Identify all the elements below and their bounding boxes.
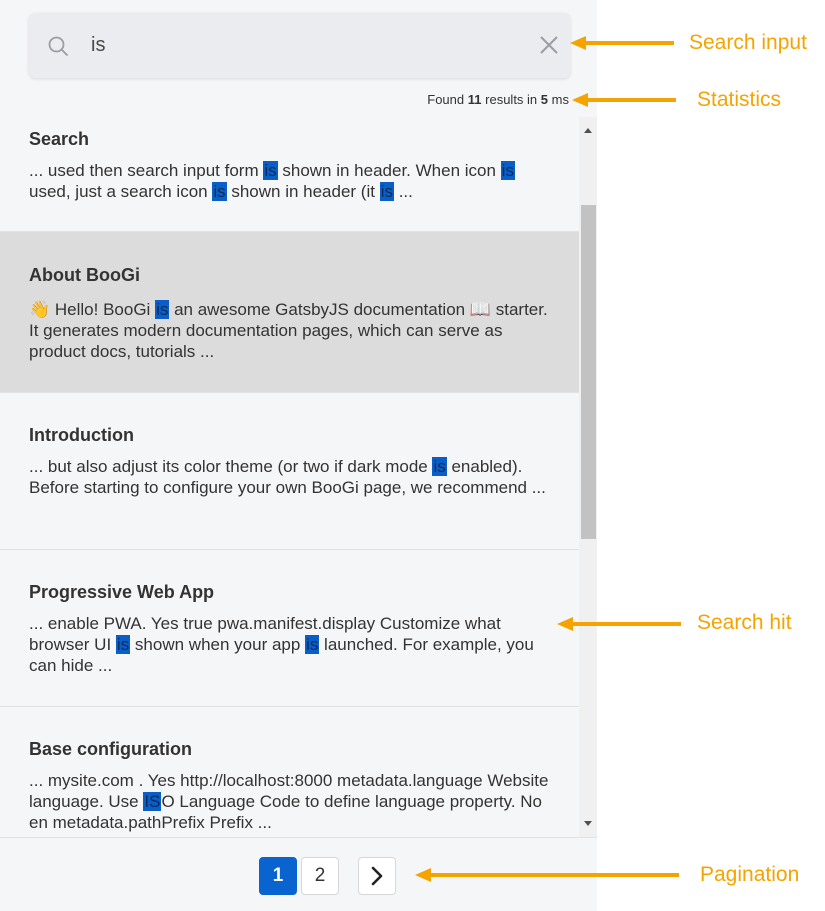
hit-title: Base configuration (29, 739, 193, 759)
search-hit[interactable]: Introduction ... but also adjust its col… (0, 393, 579, 550)
stats-count: 11 (467, 92, 482, 107)
hit-snippet: 👋 Hello! BooGi is an awesome GatsbyJS do… (29, 300, 548, 361)
hit-snippet: ... enable PWA. Yes true pwa.manifest.di… (29, 614, 534, 675)
search-hit[interactable]: Base configuration ... mysite.com . Yes … (0, 707, 579, 837)
scroll-up-arrow-icon[interactable] (579, 123, 597, 137)
search-term-highlight: is (500, 161, 515, 180)
hit-title: Search (29, 129, 90, 149)
annotation-arrow-search-hit (557, 617, 681, 631)
next-page-button[interactable] (358, 857, 396, 895)
hit-snippet: ... used then search input form is shown… (29, 161, 515, 201)
annotation-search-hit: Search hit (697, 611, 792, 634)
annotation-arrow-search-input (570, 36, 674, 50)
search-term-highlight: is (263, 161, 278, 180)
annotation-statistics: Statistics (697, 88, 782, 111)
search-term-highlight: is (379, 182, 394, 201)
search-hit[interactable]: Progressive Web App ... enable PWA. Yes … (0, 550, 579, 707)
hit-title: About BooGi (29, 265, 140, 285)
scroll-down-arrow-icon[interactable] (579, 817, 597, 831)
search-term-highlight: IS (143, 792, 162, 811)
search-hit[interactable]: Search ... used then search input form i… (0, 117, 579, 232)
search-term-highlight: is (212, 182, 227, 201)
search-term-highlight: is (155, 300, 170, 319)
hit-snippet: ... mysite.com . Yes http://localhost:80… (29, 771, 549, 832)
search-term-highlight: is (115, 635, 131, 654)
hit-title: Progressive Web App (29, 582, 215, 602)
search-input[interactable] (91, 27, 511, 63)
search-term-highlight: is (305, 635, 320, 654)
search-term-highlight: is (432, 457, 447, 476)
search-hit[interactable]: About BooGi 👋 Hello! BooGi is an awesome… (0, 232, 579, 393)
stats-middle: results in (485, 92, 538, 107)
page-button-2[interactable]: 2 (301, 857, 339, 895)
search-icon (48, 36, 68, 56)
annotation-search-input: Search input (689, 31, 807, 54)
scrollbar-thumb[interactable] (581, 205, 596, 539)
search-statistics: Found 11 results in 5 ms (427, 92, 569, 107)
chevron-right-icon (371, 866, 383, 886)
annotation-arrow-statistics (572, 93, 676, 107)
search-box[interactable] (29, 13, 570, 78)
search-panel: Found 11 results in 5 ms Search ... used… (0, 0, 597, 911)
search-results-list[interactable]: Search ... used then search input form i… (0, 117, 579, 837)
stats-time: 5 (540, 92, 549, 107)
page-button-1[interactable]: 1 (259, 857, 297, 895)
hit-snippet: ... but also adjust its color theme (or … (29, 457, 546, 497)
stats-suffix: ms (551, 92, 569, 107)
stats-prefix: Found (427, 92, 465, 107)
annotation-arrow-pagination (415, 868, 679, 882)
close-icon[interactable] (538, 34, 560, 56)
hit-title: Introduction (29, 425, 134, 445)
annotation-pagination: Pagination (700, 863, 800, 886)
results-scrollbar[interactable] (579, 117, 597, 837)
